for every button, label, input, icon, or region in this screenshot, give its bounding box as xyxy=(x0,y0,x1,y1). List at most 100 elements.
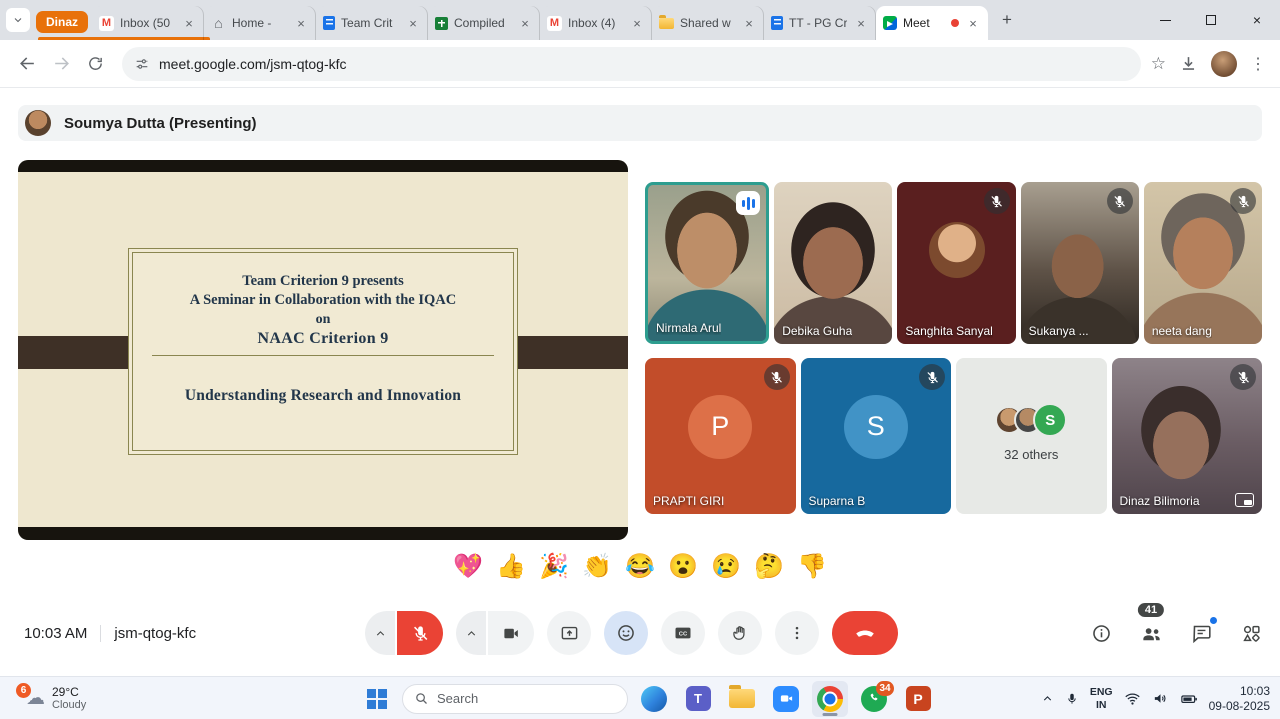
close-button[interactable]: × xyxy=(1234,0,1280,40)
weather-widget[interactable]: ☁ 6 29°C Cloudy xyxy=(26,677,86,719)
language-indicator[interactable]: ENG IN xyxy=(1090,686,1113,710)
tab-meet-active[interactable]: Meet × xyxy=(876,6,988,40)
taskbar-app-zoom[interactable] xyxy=(768,681,804,717)
maximize-button[interactable] xyxy=(1188,0,1234,40)
slide-line-1: Team Criterion 9 presents xyxy=(129,272,517,291)
tab-compiled[interactable]: Compiled × xyxy=(428,6,540,40)
camera-toggle-button[interactable] xyxy=(488,611,534,655)
presenter-banner-text: Soumya Dutta (Presenting) xyxy=(64,115,257,132)
tab-inbox-50[interactable]: M Inbox (50 × xyxy=(92,6,204,40)
battery-icon[interactable] xyxy=(1180,690,1198,708)
address-bar-actions: ☆ ⋮ xyxy=(1151,51,1270,77)
tab-tt-pg[interactable]: TT - PG Cr × xyxy=(764,6,876,40)
whatsapp-badge: 34 xyxy=(876,681,894,696)
present-screen-button[interactable] xyxy=(547,611,591,655)
volume-icon[interactable] xyxy=(1152,690,1169,707)
download-icon[interactable] xyxy=(1179,54,1198,73)
participant-tile-nirmala-arul[interactable]: Nirmala Arul xyxy=(645,182,769,344)
raise-hand-icon xyxy=(731,624,750,643)
participant-tile-suparna-b[interactable]: S Suparna B xyxy=(801,358,952,514)
tab-label: Compiled xyxy=(454,16,511,30)
reaction-thumbs-down[interactable]: 👎 xyxy=(797,550,827,582)
participant-tile-32-others[interactable]: S 32 others xyxy=(956,358,1107,514)
minimize-button[interactable] xyxy=(1142,0,1188,40)
meeting-details-button[interactable] xyxy=(1088,620,1114,646)
tab-search-button[interactable] xyxy=(6,8,30,32)
reaction-heart[interactable]: 💖 xyxy=(453,550,483,582)
tab-close-icon[interactable]: × xyxy=(517,15,533,31)
mic-off-icon xyxy=(1230,364,1256,390)
taskbar-app-teams[interactable]: T xyxy=(680,681,716,717)
tab-close-icon[interactable]: × xyxy=(741,15,757,31)
forward-button[interactable] xyxy=(44,47,78,81)
tray-chevron-button[interactable] xyxy=(1041,692,1054,705)
wifi-icon[interactable] xyxy=(1124,690,1141,707)
browser-address-bar: meet.google.com/jsm-qtog-kfc ☆ ⋮ xyxy=(0,40,1280,88)
reaction-thumbs-up[interactable]: 👍 xyxy=(496,550,526,582)
reaction-sad[interactable]: 😢 xyxy=(711,550,741,582)
new-tab-button[interactable]: + xyxy=(994,7,1020,33)
chat-panel-button[interactable] xyxy=(1188,620,1214,646)
participant-tile-prapti-giri[interactable]: P PRAPTI GIRI xyxy=(645,358,796,514)
tab-close-icon[interactable]: × xyxy=(853,15,869,31)
people-panel-button[interactable]: 41 xyxy=(1138,620,1164,646)
participant-name: Sanghita Sanyal xyxy=(905,324,992,338)
taskbar-app-explorer[interactable] xyxy=(724,681,760,717)
reaction-laugh[interactable]: 😂 xyxy=(625,550,655,582)
chevron-up-icon xyxy=(374,627,387,640)
captions-icon: CC xyxy=(673,623,693,643)
end-call-button[interactable] xyxy=(832,611,898,655)
captions-button[interactable]: CC xyxy=(661,611,705,655)
tab-home[interactable]: ⌂ Home - × xyxy=(204,6,316,40)
tab-close-icon[interactable]: × xyxy=(181,15,197,31)
tab-shared[interactable]: Shared w × xyxy=(652,6,764,40)
chrome-icon xyxy=(817,686,843,712)
reaction-clap[interactable]: 👏 xyxy=(582,550,612,582)
url-bar[interactable]: meet.google.com/jsm-qtog-kfc xyxy=(122,47,1141,81)
tray-mic-in-use-icon[interactable] xyxy=(1065,692,1079,706)
tab-group-dinaz[interactable]: Dinaz xyxy=(36,11,88,33)
reaction-surprised[interactable]: 😮 xyxy=(668,550,698,582)
taskbar-clock[interactable]: 10:03 09-08-2025 xyxy=(1209,684,1270,714)
more-options-button[interactable] xyxy=(775,611,819,655)
slide-divider xyxy=(152,355,494,356)
participant-tile-sanghita-sanyal[interactable]: Sanghita Sanyal xyxy=(897,182,1015,344)
tab-close-icon[interactable]: × xyxy=(965,15,981,31)
browser-menu-icon[interactable]: ⋮ xyxy=(1250,54,1266,74)
tab-label: Home - xyxy=(232,16,287,30)
start-button[interactable] xyxy=(360,681,394,717)
camera-options-button[interactable] xyxy=(456,611,486,655)
participant-tile-debika-guha[interactable]: Debika Guha xyxy=(774,182,892,344)
participant-name: Dinaz Bilimoria xyxy=(1120,494,1200,508)
mic-off-icon xyxy=(984,188,1010,214)
taskbar-app-chrome[interactable] xyxy=(812,681,848,717)
reactions-button[interactable] xyxy=(604,611,648,655)
tab-team-crit[interactable]: Team Crit × xyxy=(316,6,428,40)
mic-options-button[interactable] xyxy=(365,611,395,655)
participant-tile-sukanya[interactable]: Sukanya ... xyxy=(1021,182,1139,344)
back-button[interactable] xyxy=(10,47,44,81)
site-info-icon[interactable] xyxy=(134,56,150,72)
taskbar-app-edge[interactable] xyxy=(636,681,672,717)
activities-panel-button[interactable] xyxy=(1238,620,1264,646)
taskbar-app-whatsapp[interactable]: 34 xyxy=(856,681,892,717)
tab-close-icon[interactable]: × xyxy=(629,15,645,31)
reaction-party[interactable]: 🎉 xyxy=(539,550,569,582)
taskbar-search[interactable]: Search xyxy=(402,684,628,714)
tab-close-icon[interactable]: × xyxy=(293,15,309,31)
weather-temp: 29°C xyxy=(52,685,86,699)
mic-mute-button[interactable] xyxy=(397,611,443,655)
participant-tile-dinaz-bilimoria[interactable]: Dinaz Bilimoria xyxy=(1112,358,1263,514)
taskbar-app-powerpoint[interactable]: P xyxy=(900,681,936,717)
participant-tile-neeta-dang[interactable]: neeta dang xyxy=(1144,182,1262,344)
reload-button[interactable] xyxy=(78,47,112,81)
raise-hand-button[interactable] xyxy=(718,611,762,655)
reaction-thinking[interactable]: 🤔 xyxy=(754,550,784,582)
participant-name: Suparna B xyxy=(809,494,866,508)
bookmark-star-icon[interactable]: ☆ xyxy=(1151,54,1166,74)
info-icon xyxy=(1091,623,1112,644)
tab-close-icon[interactable]: × xyxy=(405,15,421,31)
tab-inbox-4[interactable]: M Inbox (4) × xyxy=(540,6,652,40)
profile-avatar[interactable] xyxy=(1211,51,1237,77)
shared-screen-presentation[interactable]: Team Criterion 9 presents A Seminar in C… xyxy=(18,160,628,540)
